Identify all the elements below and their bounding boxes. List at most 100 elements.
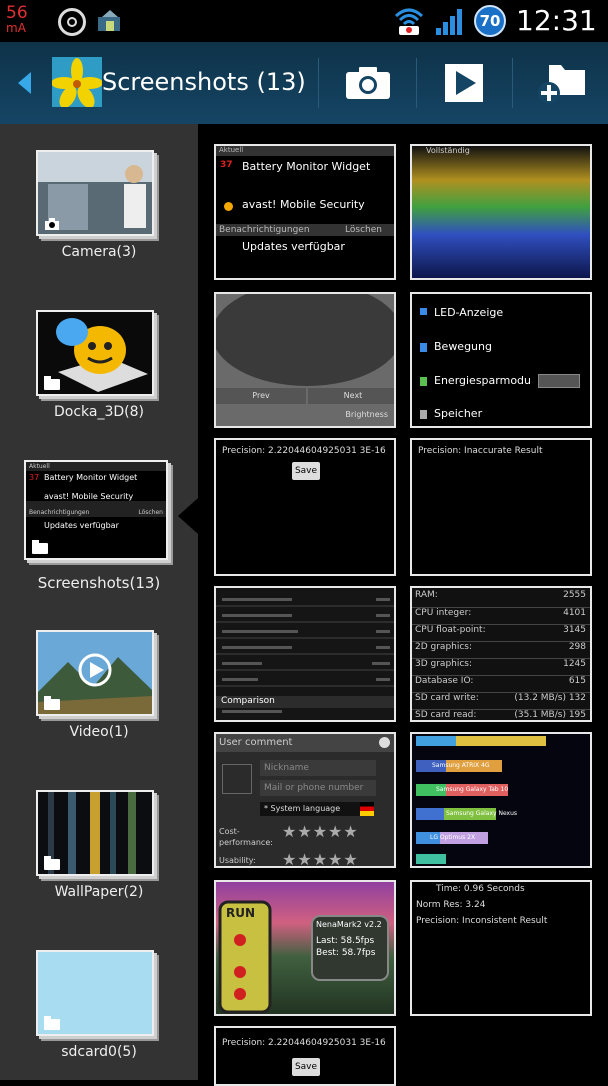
notif-item-title: Updates verfügbar (44, 521, 119, 530)
sync-icon (58, 8, 86, 36)
photo-thumbnail[interactable]: User comment Nickname Mail or phone numb… (214, 732, 396, 868)
brightness-label: Brightness (345, 410, 388, 419)
photo-thumbnail[interactable]: Precision: 2.22044604925031 3E-16 Save (214, 1026, 396, 1086)
run-label: RUN (226, 906, 256, 920)
photo-thumbnail[interactable]: Comparison (214, 586, 396, 722)
camera-small-icon (44, 218, 59, 230)
photo-thumbnail[interactable]: Precision: 2.22044604925031 3E-16 Save (214, 438, 396, 576)
slideshow-button[interactable] (433, 56, 495, 110)
bar-label: Samsung ATRIX 4G (432, 762, 490, 769)
battery-level: 70 (479, 12, 501, 30)
current-unit: mA (6, 21, 26, 35)
collapse-icon (379, 737, 390, 748)
benchmark-title: NenaMark2 v2.2 (316, 920, 382, 929)
benchmark-row: 3D graphics: 1245 (412, 658, 590, 669)
precision-text: Precision: 2.22044604925031 3E-16 (222, 446, 386, 456)
photo-thumbnail[interactable]: RUN NenaMark2 v2.2 Last: 58.5fps Best: 5… (214, 880, 396, 1016)
toggle (538, 374, 580, 388)
album-cover (36, 790, 154, 876)
photo-thumbnail[interactable]: Aktuell 37 Battery Monitor Widget avast!… (214, 144, 396, 280)
app-notification-icon (98, 10, 120, 31)
status-bar: 56 mA 70 12:31 (0, 0, 608, 42)
result-line: Norm Res: 3.24 (416, 900, 486, 910)
notif-section: Benachrichtigungen (219, 225, 310, 235)
nickname-field: Nickname (260, 760, 376, 776)
language-select: * System language (260, 802, 360, 816)
avast-icon (224, 202, 233, 211)
rating-stars: ★★★★★ (282, 850, 359, 868)
action-bar: Screenshots (13) (0, 42, 608, 124)
camera-button[interactable] (337, 56, 399, 110)
benchmark-row: Database IO: 615 (412, 675, 590, 686)
benchmark-row: RAM: 2555 (415, 590, 586, 600)
album-title: Screenshots (13) (102, 68, 306, 96)
photo-thumbnail[interactable]: Time: 0.96 Seconds Norm Res: 3.24 Precis… (410, 880, 592, 1016)
current-indicator: 56 mA (6, 4, 28, 34)
camera-icon (222, 764, 252, 794)
album-cover (36, 310, 154, 396)
current-value: 56 (6, 3, 28, 23)
divider (416, 58, 417, 108)
comment-header: User comment (219, 737, 293, 748)
notif-header: Aktuell (26, 462, 166, 471)
album-thumbnail[interactable] (52, 57, 102, 107)
photo-thumbnail[interactable]: Samsung ATRIX 4G Samsung Galaxy Tab 10 S… (410, 732, 592, 868)
result-line: Precision: Inconsistent Result (416, 916, 548, 926)
photo-thumbnail[interactable]: Prev Next Brightness (214, 292, 396, 428)
photo-thumbnail[interactable]: Precision: Inaccurate Result (410, 438, 592, 576)
folder-icon (32, 540, 48, 554)
album-label: WallPaper(2) (54, 884, 144, 900)
album-cover: Aktuell 37 Battery Monitor Widget avast!… (24, 460, 168, 560)
notif-section: Benachrichtigungen (29, 509, 90, 516)
notif-clear: Löschen (345, 225, 382, 235)
selected-album-pointer (178, 498, 198, 534)
battery-icon: 70 (474, 5, 506, 37)
last-fps: Last: 58.5fps (316, 936, 375, 946)
photo-thumbnail[interactable]: Vollständig (410, 144, 592, 280)
result-line: Time: 0.96 Seconds (436, 884, 525, 894)
settings-item: LED-Anzeige (434, 306, 504, 319)
mail-field: Mail or phone number (260, 780, 376, 796)
notif-item-title: avast! Mobile Security (44, 492, 134, 501)
bar-label: Samsung Galaxy Nexus (446, 810, 518, 817)
folder-icon (44, 696, 60, 710)
album-cover (36, 630, 154, 716)
notif-item-title: Battery Monitor Widget (242, 160, 371, 173)
save-button: Save (292, 462, 320, 480)
battery-badge: 37 (29, 473, 40, 482)
clock: 12:31 (516, 4, 597, 37)
bar-label: LG Optimus 2X (430, 834, 476, 841)
album-sidebar: Camera(3) Docka_3D(8) Aktuell 37 Battery… (0, 124, 198, 1080)
benchmark-row: CPU float-point: 3145 (412, 624, 590, 635)
settings-item: Energiesparmodu (434, 374, 532, 387)
benchmark-row: SD card read: (35.1 MB/s) 195 (412, 709, 590, 720)
flag-icon (360, 802, 374, 816)
back-arrow-icon[interactable] (18, 72, 31, 94)
next-button: Next (308, 388, 394, 404)
photo-thumbnail[interactable]: RAM: 2555 CPU integer: 4101 CPU float-poin… (410, 586, 592, 722)
benchmark-row: CPU integer: 4101 (412, 607, 590, 618)
album-cover (36, 150, 154, 236)
rating-stars: ★★★★★ (282, 822, 359, 841)
new-album-button[interactable] (530, 56, 592, 110)
settings-item: Speicher (434, 407, 483, 420)
thumb-header: Vollständig (426, 146, 470, 155)
folder-icon (44, 1016, 60, 1030)
divider (512, 58, 513, 108)
notif-clear: Löschen (138, 509, 163, 516)
precision-text: Precision: Inaccurate Result (418, 446, 543, 456)
prev-button: Prev (216, 388, 306, 404)
album-label: Camera(3) (61, 244, 137, 260)
best-fps: Best: 58.7fps (316, 948, 376, 958)
camera-icon (346, 67, 390, 99)
comparison-label: Comparison (221, 696, 275, 706)
notif-item-title: avast! Mobile Security (242, 198, 365, 211)
folder-icon (44, 376, 60, 390)
album-label: Screenshots(13) (37, 574, 161, 592)
folder-icon (44, 856, 60, 870)
album-label: sdcard0(5) (61, 1044, 137, 1060)
battery-badge: 37 (220, 160, 233, 170)
notif-item-title: Battery Monitor Widget (44, 473, 138, 482)
photo-thumbnail[interactable]: LED-Anzeige Bewegung Energiesparmodu Spe… (410, 292, 592, 428)
notif-item-title: Updates verfügbar (242, 240, 345, 253)
